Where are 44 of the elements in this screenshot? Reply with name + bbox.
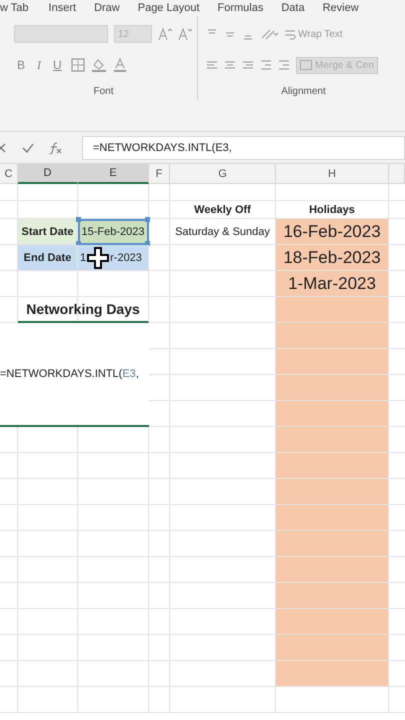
ribbon-tab[interactable]: Formulas — [218, 2, 264, 14]
ribbon-tab[interactable]: Draw — [94, 2, 120, 14]
table-cell: 1-Mar-2023 — [276, 271, 389, 297]
orientation-icon[interactable] — [260, 28, 278, 40]
grow-font-icon[interactable] — [158, 27, 172, 41]
cursor-icon — [87, 246, 110, 268]
group-label: Alignment — [280, 86, 327, 97]
align-left-icon[interactable] — [206, 59, 218, 71]
ribbon-tab[interactable]: Page Layout — [138, 2, 200, 14]
table-cell: End Date — [18, 245, 78, 271]
column-header[interactable]: F — [149, 164, 170, 184]
merge-icon[interactable] — [300, 60, 312, 70]
column-header[interactable]: H — [276, 164, 389, 184]
column-header[interactable]: C — [0, 164, 18, 184]
table-cell: 1 r-2023 — [78, 245, 149, 271]
table-cell: 18-Feb-2023 — [276, 245, 389, 271]
decrease-indent-icon[interactable] — [260, 59, 272, 71]
table-cell: 15-Feb-2023 — [78, 219, 149, 245]
cell-editor[interactable]: =NETWORKDAYS.INTL(E3, — [0, 323, 149, 427]
align-center-icon[interactable] — [224, 59, 236, 71]
group-label: Font — [92, 86, 114, 97]
shrink-font-icon[interactable] — [178, 27, 192, 41]
table-cell: Start Date — [18, 219, 78, 245]
enter-icon[interactable] — [22, 142, 34, 154]
insert-function-icon[interactable] — [48, 142, 62, 154]
increase-indent-icon[interactable] — [278, 59, 290, 71]
ribbon-tab[interactable]: Review — [322, 2, 359, 14]
formula-field[interactable]: =NETWORKDAYS.INTL(E3, — [82, 136, 405, 160]
column-header[interactable]: D — [18, 164, 78, 184]
column-header[interactable] — [389, 164, 405, 184]
table-cell: Weekly Off — [170, 201, 276, 219]
fill-color-icon[interactable] — [90, 58, 107, 72]
cancel-icon[interactable] — [0, 142, 8, 154]
column-header[interactable]: E — [78, 164, 149, 184]
ribbon-tab[interactable]: w Tab — [0, 2, 29, 14]
align-right-icon[interactable] — [242, 59, 254, 71]
column-header[interactable]: G — [170, 164, 276, 184]
font-color-icon[interactable] — [112, 58, 127, 72]
font-name-field[interactable] — [14, 25, 108, 43]
ribbon-tab[interactable]: Insert — [48, 2, 76, 14]
ribbon-tab[interactable]: Data — [281, 2, 305, 14]
table-cell: 16-Feb-2023 — [276, 219, 389, 245]
borders-icon[interactable] — [70, 58, 85, 72]
wrap-icon[interactable] — [284, 28, 296, 40]
